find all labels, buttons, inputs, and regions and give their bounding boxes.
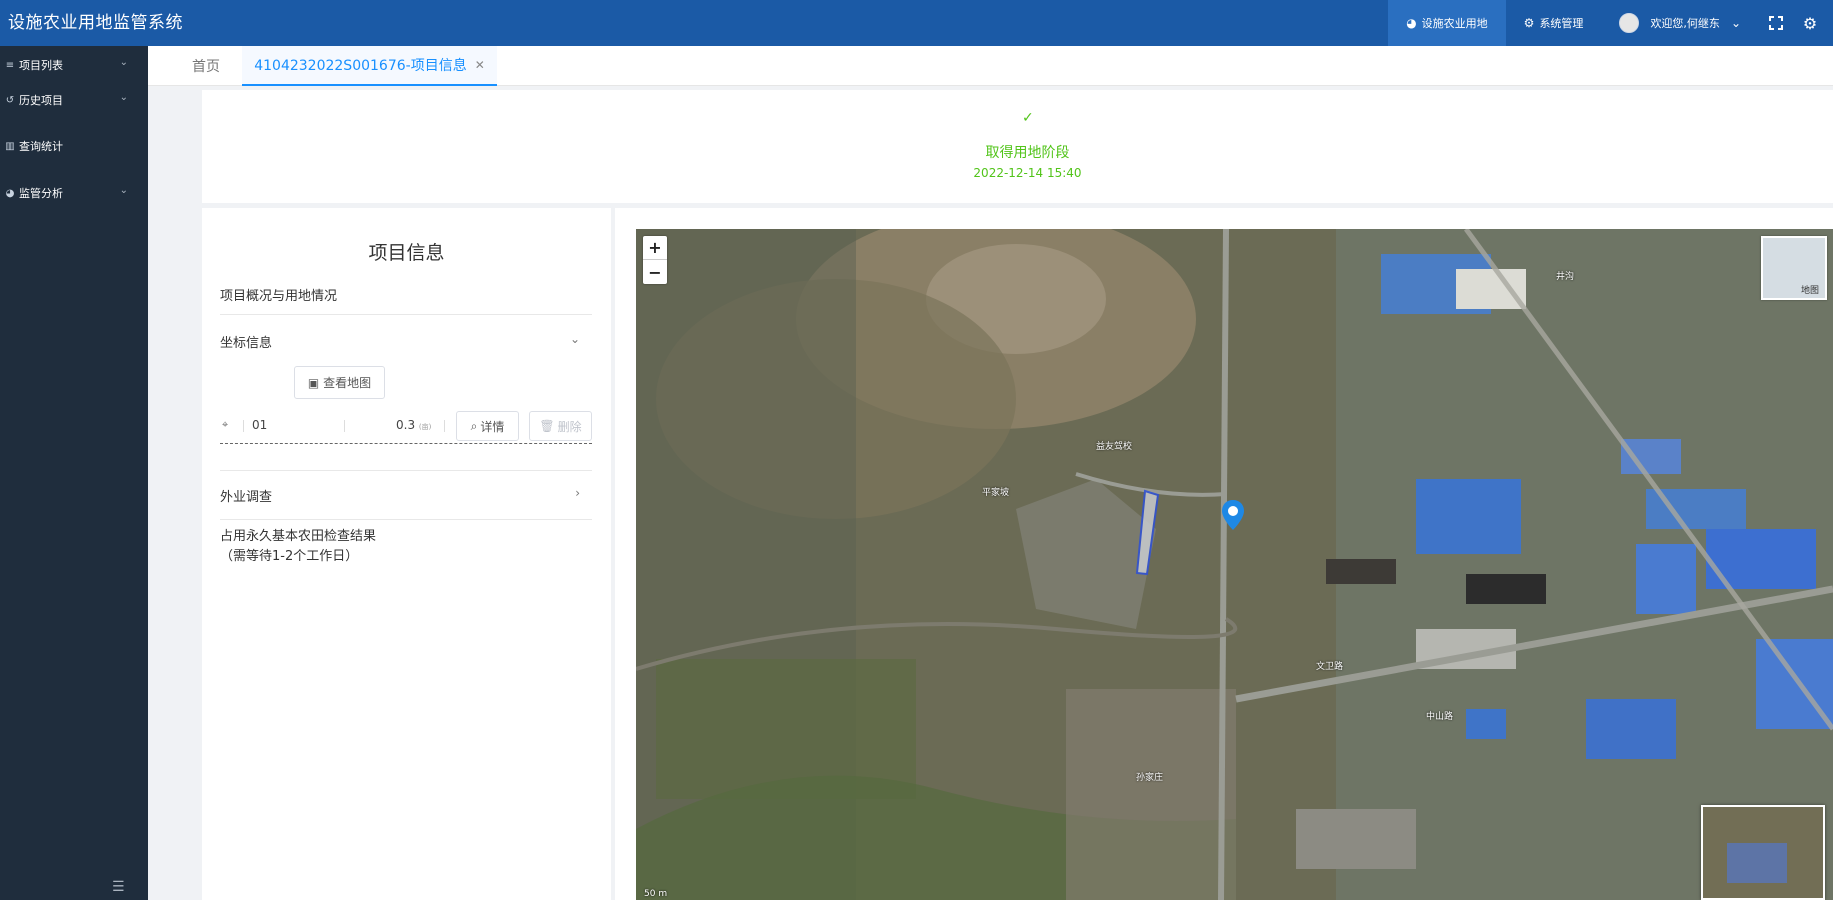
map-label-road: 中山路 xyxy=(1426,712,1454,722)
chevron-down-icon: ⌄ xyxy=(1730,16,1741,30)
coord-area-wrap: 0.3 (亩) xyxy=(396,418,431,432)
delete-button[interactable]: 🗑 删除 xyxy=(529,411,592,441)
detail-label: 详情 xyxy=(480,419,505,434)
tab-project-info[interactable]: 4104232022S001676-项目信息 ✕ xyxy=(242,46,497,86)
divider xyxy=(344,420,345,432)
map-label-school: 益友驾校 xyxy=(1096,442,1133,452)
map-label-road: 文卫路 xyxy=(1316,662,1344,672)
history-icon: ↺ xyxy=(5,94,15,106)
layer-switch-button[interactable]: 地图 xyxy=(1761,236,1827,300)
view-map-button[interactable]: ▣ 查看地图 xyxy=(294,366,385,399)
chevron-down-icon: ⌄ xyxy=(119,92,128,103)
farmland-check-section[interactable]: 占用永久基本农田检查结果 （需等待1-2个工作日） xyxy=(220,527,592,567)
farmland-check-title: 占用永久基本农田检查结果 xyxy=(220,529,377,544)
sidebar-item-history[interactable]: ↺ 历史项目 ⌄ xyxy=(0,88,148,112)
stage-title: 取得用地阶段 xyxy=(985,145,1070,161)
coords-section-label: 坐标信息 xyxy=(220,336,273,351)
sidebar-item-label: 监管分析 xyxy=(19,187,63,200)
zoom-in-button[interactable]: + xyxy=(643,236,667,260)
overview-viewport[interactable] xyxy=(1727,843,1787,883)
close-icon[interactable]: ✕ xyxy=(475,58,485,72)
divider xyxy=(220,519,592,520)
coord-area: 0.3 xyxy=(396,418,416,432)
detail-button[interactable]: ⌕ 详情 xyxy=(456,411,519,441)
field-survey-section[interactable]: 外业调查 › xyxy=(220,486,592,505)
trash-icon: 🗑 xyxy=(539,419,555,433)
top-nav: ◕ 设施农业用地 ⚙ 系统管理 欢迎您,何继东 ⌄ ⚙ xyxy=(1388,0,1833,46)
map-label-place: 孙家庄 xyxy=(1136,773,1164,783)
tab-home-label: 首页 xyxy=(192,59,220,75)
menu-fold-icon: ☰ xyxy=(112,879,125,895)
check-icon: ✓ xyxy=(1022,110,1034,126)
coords-section-header[interactable]: 坐标信息 ⌄ xyxy=(220,332,592,351)
welcome-text: 欢迎您,何继东 xyxy=(1650,17,1720,30)
delete-label: 删除 xyxy=(557,419,582,434)
settings-button[interactable]: ⚙ xyxy=(1793,0,1827,46)
project-info-panel: 项目信息 项目概况与用地情况 坐标信息 ⌄ ▣ 查看地图 ⌖ 01 0.3 (亩… xyxy=(202,208,611,900)
zoom-control: + − xyxy=(643,236,667,284)
chevron-down-icon: ⌄ xyxy=(119,185,128,196)
gear-icon: ⚙ xyxy=(1802,13,1818,33)
chevron-down-icon: ⌄ xyxy=(119,57,128,68)
map-label-place: 平家坡 xyxy=(982,488,1010,498)
map-scale: 50 m xyxy=(644,889,668,899)
cogs-icon: ⚙ xyxy=(1523,16,1535,30)
list-icon: ≡ xyxy=(5,59,15,71)
coord-row: ⌖ 01 0.3 (亩) ⌕ 详情 🗑 删除 xyxy=(220,408,592,444)
app-title: 设施农业用地监管系统 xyxy=(8,13,183,33)
map-label-place: 井沟 xyxy=(1556,272,1575,282)
field-survey-label: 外业调查 xyxy=(220,490,273,505)
coord-id: 01 xyxy=(252,418,268,432)
collapse-sidebar-button[interactable]: ☰ xyxy=(112,879,125,895)
location-marker-icon[interactable] xyxy=(1222,500,1244,530)
tab-bar: 首页 4104232022S001676-项目信息 ✕ xyxy=(148,46,1833,86)
layer-switch-label: 地图 xyxy=(1800,286,1819,296)
panel-title: 项目信息 xyxy=(368,242,445,264)
chevron-right-icon: › xyxy=(575,486,580,500)
fullscreen-icon xyxy=(1769,16,1783,30)
satellite-map[interactable]: 益友驾校 平家坡 文卫路 孙家庄 井沟 中山路 50 m xyxy=(636,229,1833,900)
overview-label: 项目概况与用地情况 xyxy=(220,289,338,304)
sidebar-item-supervision[interactable]: ◕ 监管分析 ⌄ xyxy=(0,181,148,205)
pie-chart-icon: ◕ xyxy=(1406,16,1417,30)
nav-system-admin[interactable]: ⚙ 系统管理 xyxy=(1506,0,1602,46)
stage-time: 2022-12-14 15:40 xyxy=(973,166,1082,180)
search-icon: ⌕ xyxy=(470,418,478,433)
tab-project-info-label: 4104232022S001676-项目信息 xyxy=(254,58,467,74)
divider xyxy=(243,420,244,432)
sidebar-item-label: 查询统计 xyxy=(19,140,63,153)
coord-unit: (亩) xyxy=(418,423,432,431)
view-map-label: 查看地图 xyxy=(323,376,372,390)
nav-system-admin-label: 系统管理 xyxy=(1539,17,1584,30)
user-menu[interactable]: 欢迎您,何继东 ⌄ xyxy=(1601,0,1759,46)
sidebar-item-label: 项目列表 xyxy=(19,59,63,72)
chevron-down-icon: ⌄ xyxy=(569,332,580,346)
avatar xyxy=(1619,13,1640,33)
overview-map[interactable] xyxy=(1701,805,1825,900)
image-icon: ▣ xyxy=(307,375,320,390)
pie-chart-icon: ◕ xyxy=(5,187,15,199)
tab-home[interactable]: 首页 xyxy=(192,46,220,86)
farmland-check-note: （需等待1-2个工作日） xyxy=(220,549,359,564)
sidebar-item-label: 历史项目 xyxy=(19,94,63,107)
top-header: 设施农业用地监管系统 ◕ 设施农业用地 ⚙ 系统管理 欢迎您,何继东 ⌄ ⚙ xyxy=(0,0,1833,46)
bar-chart-icon: ▥ xyxy=(5,140,15,152)
nav-facility-land-label: 设施农业用地 xyxy=(1421,17,1488,30)
divider xyxy=(220,470,592,471)
location-icon: ⌖ xyxy=(222,418,229,431)
fullscreen-button[interactable] xyxy=(1759,0,1793,46)
map-imagery xyxy=(636,229,1833,900)
sidebar-item-project-list[interactable]: ≡ 项目列表 ⌄ xyxy=(0,53,148,77)
divider xyxy=(444,420,445,432)
zoom-out-button[interactable]: − xyxy=(643,260,667,284)
sidebar-item-query-stats[interactable]: ▥ 查询统计 xyxy=(0,134,148,158)
overview-section[interactable]: 项目概况与用地情况 xyxy=(220,285,592,304)
divider xyxy=(220,314,592,315)
sidebar: ≡ 项目列表 ⌄ ↺ 历史项目 ⌄ ▥ 查询统计 ◕ 监管分析 ⌄ ☰ xyxy=(0,46,148,900)
nav-facility-land[interactable]: ◕ 设施农业用地 xyxy=(1388,0,1506,46)
